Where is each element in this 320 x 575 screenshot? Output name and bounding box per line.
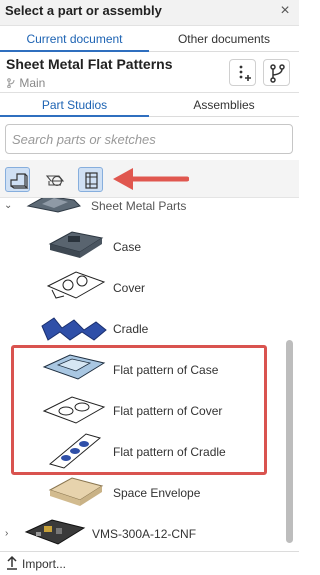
branch-icon [7,78,15,89]
close-icon[interactable]: × [277,2,293,20]
document-name: Sheet Metal Flat Patterns [6,56,173,72]
part-studio-filter-icon [10,173,29,189]
tab-current-document[interactable]: Current document [0,27,149,52]
part-studio-filter-button[interactable] [5,167,30,192]
list-item-label: Space Envelope [113,486,201,500]
chevron-right-icon[interactable]: › [5,528,8,539]
list-item-label: Case [113,240,142,254]
tab-part-studios[interactable]: Part Studios [0,93,149,117]
vms-thumbnail [24,519,86,545]
assembly-filter-icon [85,172,98,189]
tab-other-documents[interactable]: Other documents [149,27,299,52]
assembly-filter-button[interactable] [78,167,103,192]
list-item-label: Cradle [113,322,149,336]
filter-bar [0,160,299,198]
branch-name: Main [19,76,46,90]
insert-version-button[interactable] [229,59,256,86]
flat-pattern-highlight-box [11,345,267,475]
dialog-title: Select a part or assembly [5,3,162,18]
add-icon [239,65,251,81]
search-input[interactable] [5,124,293,154]
document-info: Sheet Metal Flat Patterns Main [0,52,299,93]
list-item-label: Cover [113,281,146,295]
footer: Import... [0,551,299,575]
part-tabs: Part Studios Assemblies [0,93,299,117]
branch-button[interactable] [263,59,290,86]
pointer-arrow-icon [113,168,189,190]
sheet-metal-group-thumbnail [26,198,81,213]
tab-assemblies[interactable]: Assemblies [149,93,299,117]
document-tabs: Current document Other documents [0,27,299,52]
chevron-down-icon[interactable]: ⌄ [4,200,12,211]
branch-row: Main [7,76,45,90]
space-envelope-thumbnail [48,477,104,506]
tree-group-label: VMS-300A-12-CNF [92,527,197,541]
cradle-thumbnail [41,317,107,341]
branch-icon [270,64,285,83]
cover-thumbnail [46,271,106,299]
import-link[interactable]: Import... [22,557,66,571]
sketch-filter-button[interactable] [43,167,68,192]
tree-group-label: Sheet Metal Parts [91,199,187,213]
scrollbar[interactable] [286,340,293,543]
dialog-header: Select a part or assembly × [0,0,299,26]
case-thumbnail [48,231,104,258]
upload-icon [7,555,17,570]
sketch-filter-icon [45,175,65,187]
